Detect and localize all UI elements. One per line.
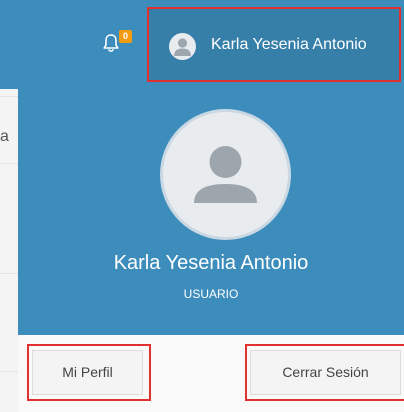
user-menu-name: Karla Yesenia Antonio xyxy=(211,36,367,53)
logout-button[interactable]: Cerrar Sesión xyxy=(250,350,401,395)
user-menu-toggle[interactable]: Karla Yesenia Antonio xyxy=(147,7,401,82)
profile-name: Karla Yesenia Antonio xyxy=(113,252,309,274)
profile-button-label: Mi Perfil xyxy=(62,364,113,380)
user-avatar-icon xyxy=(169,33,196,60)
notification-count-badge: 0 xyxy=(119,30,132,43)
user-dropdown-header: Karla Yesenia Antonio USUARIO xyxy=(18,89,404,335)
profile-avatar-icon xyxy=(160,109,291,240)
logout-button-label: Cerrar Sesión xyxy=(282,364,369,380)
page-text-fragment: a xyxy=(0,128,9,145)
bell-icon xyxy=(103,34,119,53)
profile-button[interactable]: Mi Perfil xyxy=(32,350,143,395)
profile-role: USUARIO xyxy=(183,287,239,301)
top-navbar: 0 Karla Yesenia Antonio xyxy=(0,0,404,89)
user-dropdown-footer: Mi Perfil Cerrar Sesión xyxy=(18,335,404,412)
notifications-button[interactable]: 0 xyxy=(103,30,132,60)
